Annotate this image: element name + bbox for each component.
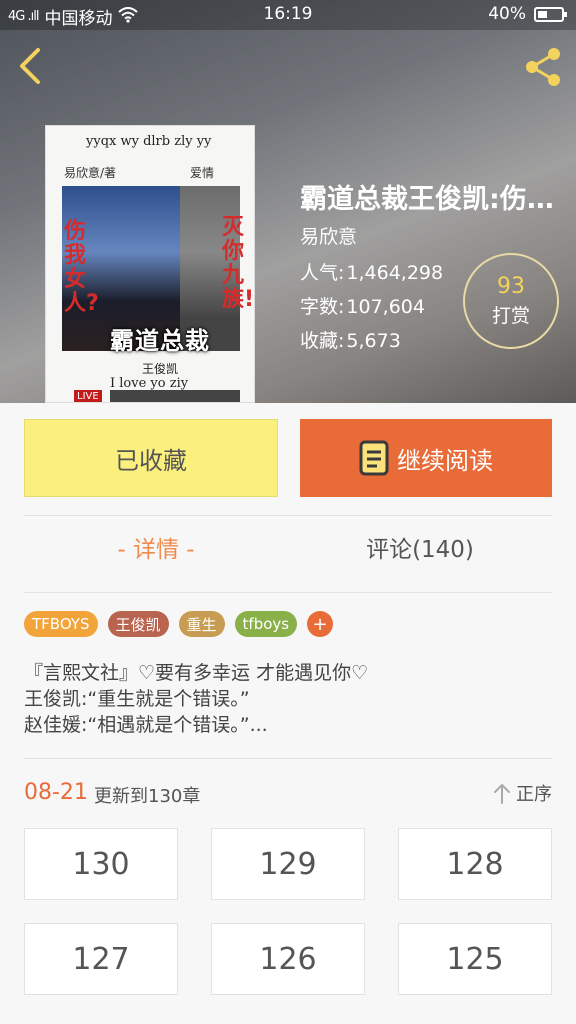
- description-line: 赵佳媛:“相遇就是个错误。”...: [24, 714, 268, 736]
- tip-label: 打赏: [491, 305, 530, 327]
- divider: [24, 758, 552, 759]
- status-bar: 4G .ıll 中国移动 16:19 40%: [0, 0, 576, 30]
- wordcount-label: 字数:: [300, 296, 345, 318]
- tip-count: 93: [497, 274, 525, 299]
- tag-chip[interactable]: TFBOYS: [24, 611, 98, 637]
- favorite-button[interactable]: 已收藏: [24, 419, 278, 497]
- tag-list: TFBOYS 王俊凯 重生 tfboys +: [24, 611, 334, 637]
- cover-red-text-right: 灭你九族!: [222, 215, 255, 312]
- cover-title-text: 霸道总裁: [110, 327, 210, 355]
- book-title: 霸道总裁王俊凯:伤我女人?灭你九族!: [300, 184, 565, 215]
- popularity-stat: 人气: 1,464,298: [300, 258, 443, 285]
- tag-chip[interactable]: 王俊凯: [107, 611, 169, 637]
- wordcount-value: 107,604: [346, 296, 425, 318]
- chapter-button[interactable]: 129: [211, 828, 365, 900]
- back-button[interactable]: [10, 44, 54, 88]
- battery-icon: [534, 6, 567, 22]
- divider: [24, 592, 552, 593]
- cover-love-text: 爱情: [189, 166, 214, 180]
- continue-reading-label: 继续阅读: [397, 446, 493, 475]
- sort-order-label: 正序: [516, 784, 552, 805]
- cover-name-text: 王俊凯: [142, 362, 179, 376]
- chapter-button[interactable]: 127: [24, 923, 178, 995]
- cover-top-text: yyqx wy dlrb zly yy: [86, 134, 212, 149]
- tab-detail[interactable]: - 详情 -: [24, 530, 288, 564]
- popularity-label: 人气:: [300, 262, 345, 284]
- wordcount-stat: 字数: 107,604: [300, 292, 425, 319]
- cover-sub-text: I love yo ziy: [110, 376, 189, 391]
- update-text: 更新到130章: [94, 786, 201, 807]
- cover-red-text-left: 伤我女人?: [64, 219, 99, 316]
- description-line: 『言熙文社』♡要有多幸运 才能遇见你♡: [24, 662, 369, 684]
- favorites-label: 收藏:: [300, 330, 345, 352]
- cover-author-text: 易欣意/著: [64, 166, 117, 180]
- share-button[interactable]: [520, 44, 566, 90]
- share-icon: [526, 48, 560, 86]
- book-icon: [359, 440, 389, 476]
- book-author[interactable]: 易欣意: [300, 222, 357, 249]
- chapter-button[interactable]: 128: [398, 828, 552, 900]
- sort-order-button[interactable]: 正序: [492, 780, 552, 806]
- arrow-up-icon: [494, 784, 510, 804]
- favorites-stat: 收藏: 5,673: [300, 326, 401, 353]
- chapter-button[interactable]: 126: [211, 923, 365, 995]
- favorites-value: 5,673: [346, 330, 401, 352]
- add-tag-button[interactable]: +: [307, 611, 334, 637]
- tip-button[interactable]: 93 打赏: [463, 253, 559, 349]
- chapter-button[interactable]: 130: [24, 828, 178, 900]
- continue-reading-button[interactable]: 继续阅读: [300, 419, 552, 497]
- divider: [24, 515, 552, 516]
- chapter-button[interactable]: 125: [398, 923, 552, 995]
- tag-chip[interactable]: tfboys: [234, 611, 298, 637]
- tag-chip[interactable]: 重生: [178, 611, 225, 637]
- battery-percent: 40%: [488, 4, 526, 24]
- update-date: 08-21: [24, 780, 88, 805]
- chevron-left-icon: [20, 48, 40, 84]
- tab-comments[interactable]: 评论(140): [288, 530, 552, 564]
- book-description[interactable]: 『言熙文社』♡要有多幸运 才能遇见你♡ 王俊凯:“重生就是个错误。” 赵佳媛:“…: [24, 660, 552, 738]
- popularity-value: 1,464,298: [346, 262, 444, 284]
- book-cover[interactable]: yyqx wy dlrb zly yy 易欣意/著 爱情 伤我女人? 灭你九族!…: [45, 125, 255, 403]
- description-line: 王俊凯:“重生就是个错误。”: [24, 688, 250, 710]
- cover-caption-strip: [110, 390, 240, 402]
- cover-live-badge: LIVE: [74, 390, 102, 402]
